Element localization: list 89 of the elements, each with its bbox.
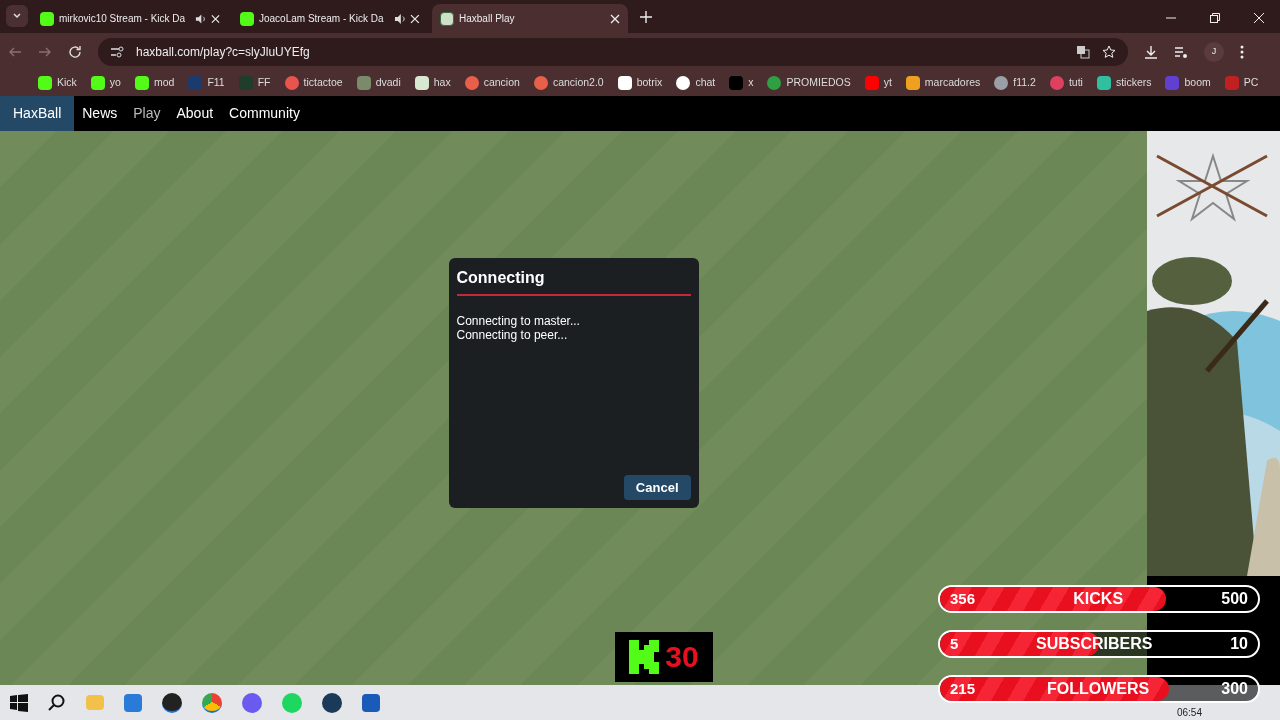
speaker-icon: [393, 12, 406, 25]
dialog-title: Connecting: [456, 266, 691, 296]
steam-icon[interactable]: [322, 692, 342, 713]
goal-current: 215: [950, 678, 976, 699]
speaker-icon: [195, 12, 206, 25]
bookmark-link[interactable]: yt: [883, 75, 892, 91]
nav-link[interactable]: News: [74, 103, 126, 124]
bookmark-icon: [767, 76, 782, 90]
browser-tab[interactable]: mirkovic10 Stream - Kick Da: [32, 4, 228, 33]
plus-icon[interactable]: [640, 11, 652, 23]
tab-title: mirkovic10 Stream - Kick Da: [59, 12, 186, 26]
browser-tab[interactable]: Haxball Play: [432, 4, 628, 33]
bookmark-icon: [729, 76, 744, 90]
windows-start-icon[interactable]: [10, 693, 28, 712]
address-field[interactable]: haxball.com/play?c=slyJluUYEfg: [98, 37, 1128, 66]
bookmark-link[interactable]: tuti: [1068, 75, 1083, 91]
counter-value: 30: [665, 642, 699, 672]
bookmark-link[interactable]: F11: [207, 75, 225, 91]
status-line: Connecting to master...: [456, 314, 581, 328]
tab-title: JoacoLam Stream - Kick Da: [259, 12, 384, 26]
close-icon[interactable]: [610, 13, 620, 24]
download-icon[interactable]: [1144, 44, 1158, 59]
close-icon[interactable]: [410, 13, 420, 24]
bookmark-icon: [1165, 76, 1180, 90]
bookmark-link[interactable]: Kick: [57, 75, 77, 91]
chrome-icon[interactable]: [202, 692, 222, 713]
nav-link[interactable]: About: [168, 103, 222, 124]
tab-title: Haxball Play: [459, 12, 515, 26]
bookmark-icon: [905, 76, 920, 90]
bookmark-icon: [994, 76, 1009, 90]
goal-current: 5: [950, 633, 959, 654]
app-icon[interactable]: [162, 692, 182, 713]
media-icon[interactable]: [1174, 44, 1188, 59]
bookmark-link[interactable]: marcadores: [924, 75, 981, 91]
star-icon[interactable]: [1102, 44, 1116, 59]
bookmark-icon: [617, 76, 632, 90]
bookmark-icon: [464, 76, 479, 90]
goal-target: 10: [1230, 634, 1248, 654]
bookmark-link[interactable]: FF: [257, 75, 271, 91]
restore-icon[interactable]: [1210, 13, 1220, 23]
bookmark-icon: [1049, 76, 1064, 90]
bookmark-icon: [676, 76, 691, 90]
reload-icon[interactable]: [68, 44, 82, 59]
bookmark-icon: [188, 76, 203, 90]
goal-label: KICKS: [1073, 589, 1124, 609]
bookmark-link[interactable]: chat: [695, 75, 716, 91]
goal-target: 300: [1221, 679, 1248, 699]
tab-list-button[interactable]: [6, 5, 28, 27]
nav-link[interactable]: Play: [125, 103, 169, 124]
menu-icon[interactable]: [1240, 44, 1244, 59]
bookmark-icon: [533, 76, 548, 90]
bookmark-link[interactable]: boom: [1184, 75, 1211, 91]
bookmark-link[interactable]: PC: [1243, 75, 1259, 91]
bookmark-link[interactable]: mod: [153, 75, 175, 91]
search-icon[interactable]: [48, 693, 66, 712]
bookmark-icon: [238, 76, 253, 90]
bookmark-icon: [864, 76, 879, 90]
status-line: Connecting to peer...: [456, 328, 569, 342]
bookmark-icon: [1096, 76, 1111, 90]
bookmark-link[interactable]: botrix: [636, 75, 663, 91]
goal-target: 500: [1221, 589, 1248, 609]
bookmark-link[interactable]: hax: [433, 75, 451, 91]
bookmark-link[interactable]: tictactoe: [303, 75, 343, 91]
goal-label: FOLLOWERS: [1047, 679, 1150, 699]
profile-avatar[interactable]: J: [1204, 41, 1224, 62]
bookmark-icon: [356, 76, 371, 90]
nav-link[interactable]: Community: [221, 103, 308, 124]
bookmark-link[interactable]: yo: [109, 75, 121, 91]
url-text: haxball.com/play?c=slyJluUYEfg: [136, 43, 311, 61]
translate-icon[interactable]: [1076, 44, 1090, 59]
bookmark-link[interactable]: x: [748, 75, 754, 91]
bookmark-link[interactable]: cancion2.0: [552, 75, 604, 91]
close-icon[interactable]: [1254, 13, 1264, 23]
bookmark-link[interactable]: stickers: [1115, 75, 1152, 91]
goal-current: 356: [950, 588, 976, 609]
chevron-down-icon: [12, 11, 22, 21]
site-logo[interactable]: HaxBall: [0, 96, 75, 131]
bookmark-link[interactable]: f11.2: [1013, 75, 1036, 91]
site-settings-icon[interactable]: [110, 45, 124, 58]
clock-time: 06:54: [1176, 707, 1202, 719]
bookmark-icon: [1224, 76, 1239, 90]
cancel-button[interactable]: Cancel: [623, 474, 691, 500]
bookmark-link[interactable]: PROMIEDOS: [786, 75, 851, 91]
bookmark-icon: [284, 76, 299, 90]
close-icon[interactable]: [210, 13, 220, 24]
browser-tab[interactable]: JoacoLam Stream - Kick Da: [232, 4, 428, 33]
bookmark-link[interactable]: cancion: [483, 75, 520, 91]
bookmark-link[interactable]: dvadi: [375, 75, 401, 91]
bookmark-icon: [414, 76, 429, 90]
